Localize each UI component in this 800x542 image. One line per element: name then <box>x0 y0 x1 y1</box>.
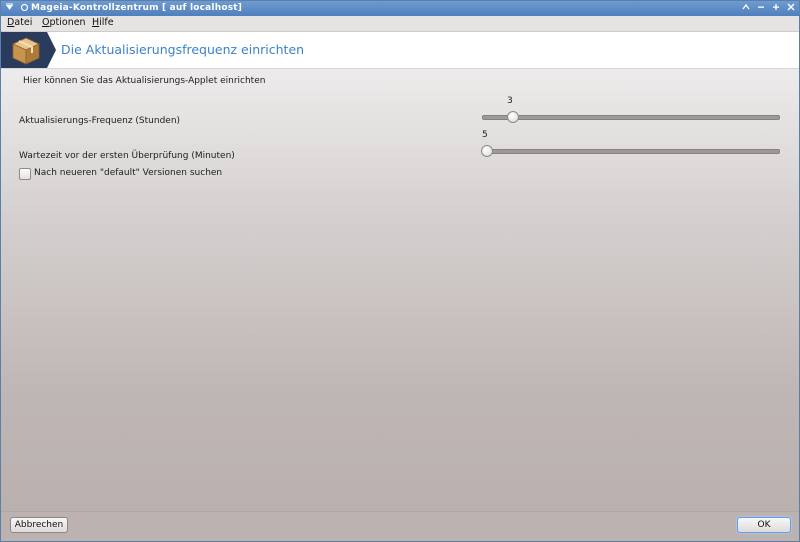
window-controls <box>742 1 795 16</box>
delay-value: 5 <box>482 130 488 140</box>
title-bar[interactable]: Mageia-Kontrollzentrum [ auf localhost] <box>1 1 799 16</box>
frequency-slider-handle[interactable] <box>507 111 520 123</box>
pin-icon[interactable] <box>20 3 29 15</box>
close-icon[interactable] <box>787 3 795 14</box>
menu-bar: Datei Optionen Hilfe <box>1 16 799 32</box>
window-title: Mageia-Kontrollzentrum [ auf localhost] <box>31 3 243 13</box>
frequency-label: Aktualisierungs-Frequenz (Stunden) <box>19 116 181 126</box>
page-title: Die Aktualisierungsfrequenz einrichten <box>61 42 305 57</box>
main-content: Hier können Sie das Aktualisierungs-Appl… <box>1 69 799 511</box>
collapse-icon[interactable] <box>742 3 750 14</box>
application-window: Mageia-Kontrollzentrum [ auf localhost] … <box>0 0 800 542</box>
menu-hilfe[interactable]: Hilfe <box>92 17 114 28</box>
delay-slider-handle[interactable] <box>481 145 493 157</box>
search-default-versions-checkbox[interactable] <box>19 168 31 180</box>
frequency-slider[interactable] <box>482 111 780 123</box>
delay-slider[interactable] <box>481 145 780 157</box>
header-logo-banner <box>1 32 56 68</box>
search-default-versions-label[interactable]: Nach neueren "default" Versionen suchen <box>34 168 222 178</box>
window-menu-icon[interactable] <box>5 3 14 15</box>
title-bar-left-controls <box>5 2 29 15</box>
menu-datei[interactable]: Datei <box>7 17 32 28</box>
delay-label: Wartezeit vor der ersten Überprüfung (Mi… <box>19 151 235 161</box>
button-bar: Abbrechen OK <box>1 511 799 541</box>
menu-optionen[interactable]: Optionen <box>42 17 86 28</box>
maximize-icon[interactable] <box>772 3 780 14</box>
frequency-value: 3 <box>507 96 513 106</box>
minimize-icon[interactable] <box>757 3 765 14</box>
page-header: Die Aktualisierungsfrequenz einrichten <box>1 32 799 69</box>
ok-button[interactable]: OK <box>737 517 791 533</box>
description-text: Hier können Sie das Aktualisierungs-Appl… <box>23 76 266 86</box>
package-box-icon <box>9 34 43 68</box>
frequency-slider-track[interactable] <box>482 115 780 120</box>
cancel-button[interactable]: Abbrechen <box>10 517 68 533</box>
delay-slider-track[interactable] <box>482 149 780 154</box>
